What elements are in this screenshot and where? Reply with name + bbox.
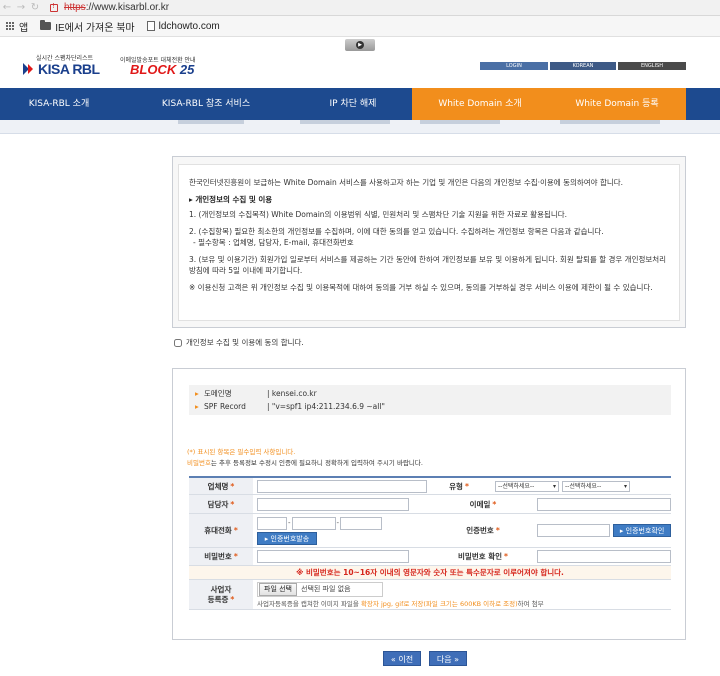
form-navigation: « 이전 다음 » [383, 651, 467, 666]
address-bar[interactable]: ← → ↻ https://www.kisarbl.or.kr [0, 0, 720, 16]
email-input[interactable] [537, 497, 671, 511]
required-notice: (*) 표시된 항목은 필수입력 사항입니다. 비밀번호는 추후 등록정보 수정… [187, 448, 423, 467]
auth-code-label: 인증번호 * [427, 514, 539, 547]
logo-mark-icon [23, 63, 33, 75]
block25-logo[interactable]: BLOCK 25 [130, 62, 194, 77]
next-button[interactable]: 다음 » [429, 651, 467, 666]
url-text[interactable]: https://www.kisarbl.or.kr [64, 2, 169, 13]
nav-ip-unblock[interactable]: IP 차단 해제 [294, 88, 412, 120]
phone-input-3[interactable] [340, 516, 383, 530]
bookmark-ldchowto[interactable]: ldchowto.com [146, 21, 220, 32]
send-code-button[interactable]: ▸ 인증번호발송 [257, 531, 317, 545]
phone-input-2[interactable] [291, 516, 336, 530]
password-label: 비밀번호 * [189, 548, 253, 565]
sub-navigation-strip [0, 120, 720, 134]
business-license-label: 사업자 등록증 * [189, 580, 253, 609]
manager-input[interactable] [257, 497, 409, 511]
kisa-rbl-logo[interactable]: 실시간 스팸차단리스트 KISA RBL [22, 53, 132, 79]
nav-white-domain-register[interactable]: White Domain 등록 [548, 88, 686, 120]
company-input[interactable] [257, 479, 427, 493]
password-input[interactable] [257, 550, 409, 563]
play-icon: ▶ [356, 41, 364, 49]
media-player-button[interactable]: ▶ [345, 39, 375, 51]
bookmark-apps[interactable]: 앱 [6, 19, 28, 34]
page-icon [146, 21, 155, 31]
company-label: 업체명 * [189, 478, 253, 494]
domain-row: ▸ 도메인명 | kensei.co.kr [195, 389, 317, 398]
spf-row: ▸ SPF Record | "v=spf1 ip4:211.234.6.9 ~… [195, 402, 385, 411]
korean-button[interactable]: KOREAN [550, 62, 616, 70]
type-select-2[interactable]: --선택하세요-- ▾ [562, 480, 630, 492]
auth-code-input[interactable] [537, 524, 611, 537]
password-confirm-input[interactable] [537, 550, 671, 563]
type-label: 유형 * [427, 478, 491, 494]
privacy-consent-text[interactable]: 한국인터넷진흥원이 보급하는 White Domain 서비스를 사용하고자 하… [178, 164, 680, 321]
type-select-1[interactable]: --선택하세요-- ▾ [495, 480, 559, 492]
manager-label: 담당자 * [189, 495, 253, 513]
back-icon[interactable]: ← [0, 0, 14, 16]
prev-button[interactable]: « 이전 [383, 651, 421, 666]
login-button[interactable]: LOGIN [480, 62, 548, 70]
consent-checkbox[interactable] [174, 338, 182, 347]
email-label: 이메일 * [427, 495, 539, 513]
nav-white-domain-intro[interactable]: White Domain 소개 [412, 88, 548, 120]
phone-label: 휴대전화 * [189, 514, 253, 547]
folder-icon [40, 20, 52, 30]
file-status: 선택된 파일 없음 [301, 585, 351, 593]
forward-icon[interactable]: → [14, 0, 28, 16]
apps-grid-icon [6, 21, 15, 31]
domain-info-box: ▸ 도메인명 | kensei.co.kr ▸ SPF Record | "v=… [189, 385, 671, 415]
bookmark-folder-ie[interactable]: IE에서 가져온 북마 [40, 19, 135, 34]
privacy-consent-box: 한국인터넷진흥원이 보급하는 White Domain 서비스를 사용하고자 하… [172, 156, 686, 328]
nav-kisa-rbl-intro[interactable]: KISA-RBL 소개 [0, 88, 118, 120]
insecure-lock-icon[interactable] [50, 2, 58, 12]
confirm-code-button[interactable]: ▸ 인증번호확인 [613, 524, 671, 537]
nav-kisa-rbl-service[interactable]: KISA-RBL 참조 서비스 [118, 88, 294, 120]
reload-icon[interactable]: ↻ [28, 0, 42, 16]
registration-form: ▸ 도메인명 | kensei.co.kr ▸ SPF Record | "v=… [172, 368, 686, 640]
form-table: 업체명 * 유형 * --선택하세요-- ▾ --선택하세요-- ▾ 담당자 * 이메일 *… [189, 476, 671, 610]
password-rule-warning: ※ 비밀번호는 10~16자 이내의 영문자와 숫자 또는 특수문자로 이루어져… [296, 568, 564, 577]
phone-input-1[interactable] [257, 516, 287, 530]
file-select-button[interactable]: 파일 선택 [259, 582, 297, 596]
consent-agree[interactable]: 개인정보 수집 및 이용에 동의 합니다. [174, 337, 304, 348]
english-button[interactable]: ENGLISH [618, 62, 686, 70]
password-confirm-label: 비밀번호 확인 * [427, 548, 539, 565]
main-navigation: KISA-RBL 소개 KISA-RBL 참조 서비스 IP 차단 해제 Whi… [0, 88, 720, 120]
file-help-text: 사업자등록증을 캡쳐한 이미지 파일을 확장자 jpg, gif로 저장(파일 … [257, 599, 544, 608]
bookmarks-bar: 앱 IE에서 가져온 북마 ldchowto.com [0, 16, 720, 37]
